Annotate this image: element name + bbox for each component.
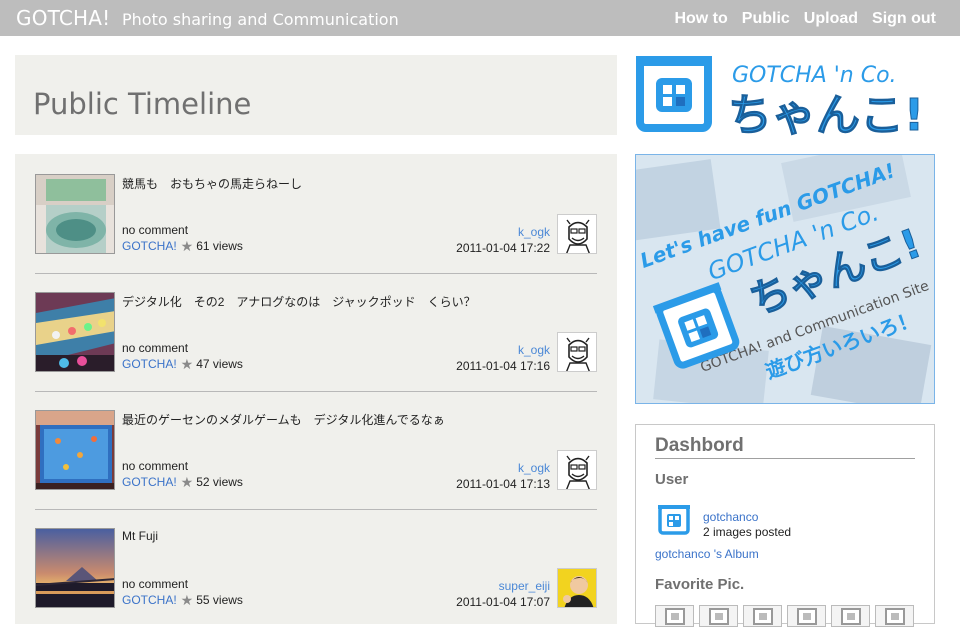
photo-thumbnail[interactable]	[35, 410, 115, 490]
user-link[interactable]: k_ogk	[518, 225, 550, 239]
nav-how-to[interactable]: How to	[674, 10, 727, 28]
view-count: 47 views	[196, 357, 243, 371]
user-heading: User	[655, 471, 689, 488]
view-count: 61 views	[196, 239, 243, 253]
brand-subtitle: Photo sharing and Communication	[122, 10, 399, 29]
nav-sign-out[interactable]: Sign out	[872, 10, 936, 28]
images-posted-count: 2 images posted	[703, 525, 792, 539]
timeline-item: 最近のゲーセンのメダルゲームも デジタル化進んでるなぁ no comment G…	[35, 410, 597, 512]
page-title-box: Public Timeline	[15, 55, 617, 135]
brand-logo-text[interactable]: GOTCHA!	[16, 6, 110, 30]
nav-upload[interactable]: Upload	[804, 10, 858, 28]
view-count: 52 views	[196, 475, 243, 489]
photo-caption[interactable]: 競馬も おもちゃの馬走らねーし	[122, 175, 302, 192]
site-logo[interactable]: GOTCHA 'n Co. ちゃんこ!	[636, 52, 936, 142]
timestamp: 2011-01-04 17:16	[456, 359, 550, 373]
favorite-heading: Favorite Pic.	[655, 576, 745, 593]
dashboard-panel: Dashbord User gotchanco 2 images posted …	[635, 424, 935, 627]
favorite-thumbnails	[655, 605, 914, 627]
favorite-thumbnail[interactable]	[655, 605, 694, 627]
view-count: 55 views	[196, 593, 243, 607]
divider	[35, 391, 597, 392]
photo-meta: GOTCHA! ★ 52 views	[122, 475, 243, 489]
timestamp: 2011-01-04 17:13	[456, 477, 550, 491]
user-avatar-icon[interactable]	[658, 503, 690, 535]
timeline-item: デジタル化 その2 アナログなのは ジャックポッド くらい？ no commen…	[35, 292, 597, 394]
tag-link[interactable]: GOTCHA!	[122, 239, 177, 253]
timeline-panel: 競馬も おもちゃの馬走らねーし no comment GOTCHA! ★ 61 …	[15, 154, 617, 624]
avatar[interactable]	[557, 568, 597, 608]
page-title: Public Timeline	[33, 87, 252, 121]
photo-caption[interactable]: デジタル化 その2 アナログなのは ジャックポッド くらい？	[122, 293, 476, 310]
favorite-thumbnail[interactable]	[831, 605, 870, 627]
avatar[interactable]	[557, 450, 597, 490]
timestamp: 2011-01-04 17:07	[456, 595, 550, 609]
photo-meta: GOTCHA! ★ 47 views	[122, 357, 243, 371]
promo-banner[interactable]: Let's have fun GOTCHA! GOTCHA 'n Co. ちゃん…	[635, 154, 935, 404]
divider	[35, 273, 597, 274]
nav-public[interactable]: Public	[742, 10, 790, 28]
comment-count[interactable]: no comment	[122, 577, 188, 591]
top-bar: GOTCHA! Photo sharing and Communication …	[0, 0, 960, 36]
user-link[interactable]: k_ogk	[518, 461, 550, 475]
comment-count[interactable]: no comment	[122, 341, 188, 355]
tag-link[interactable]: GOTCHA!	[122, 475, 177, 489]
user-link[interactable]: super_eiji	[499, 579, 550, 593]
photo-thumbnail[interactable]	[35, 528, 115, 608]
star-icon[interactable]: ★	[181, 593, 194, 607]
avatar[interactable]	[557, 214, 597, 254]
timestamp: 2011-01-04 17:22	[456, 241, 550, 255]
user-link[interactable]: k_ogk	[518, 343, 550, 357]
star-icon[interactable]: ★	[181, 357, 194, 371]
logo-top-text: GOTCHA 'n Co.	[732, 63, 897, 88]
logo-main-text: ちゃんこ!	[728, 90, 924, 137]
photo-thumbnail[interactable]	[35, 292, 115, 372]
photo-meta: GOTCHA! ★ 55 views	[122, 593, 243, 607]
timeline-item: Mt Fuji no comment GOTCHA! ★ 55 views su…	[35, 528, 597, 624]
star-icon[interactable]: ★	[181, 239, 194, 253]
photo-meta: GOTCHA! ★ 61 views	[122, 239, 243, 253]
tag-link[interactable]: GOTCHA!	[122, 593, 177, 607]
user-name-link[interactable]: gotchanco	[703, 510, 758, 524]
favorite-thumbnail[interactable]	[699, 605, 738, 627]
favorite-thumbnail[interactable]	[743, 605, 782, 627]
top-nav: How to Public Upload Sign out	[660, 10, 936, 28]
favorite-thumbnail[interactable]	[875, 605, 914, 627]
tag-link[interactable]: GOTCHA!	[122, 357, 177, 371]
divider	[655, 458, 915, 459]
timeline-item: 競馬も おもちゃの馬走らねーし no comment GOTCHA! ★ 61 …	[35, 174, 597, 276]
comment-count[interactable]: no comment	[122, 223, 188, 237]
photo-caption[interactable]: Mt Fuji	[122, 529, 158, 543]
album-link[interactable]: gotchanco 's Album	[655, 547, 759, 561]
divider	[35, 509, 597, 510]
photo-thumbnail[interactable]	[35, 174, 115, 254]
favorite-thumbnail[interactable]	[787, 605, 826, 627]
comment-count[interactable]: no comment	[122, 459, 188, 473]
avatar[interactable]	[557, 332, 597, 372]
dashboard-title: Dashbord	[655, 435, 744, 456]
star-icon[interactable]: ★	[181, 475, 194, 489]
photo-caption[interactable]: 最近のゲーセンのメダルゲームも デジタル化進んでるなぁ	[122, 411, 445, 428]
